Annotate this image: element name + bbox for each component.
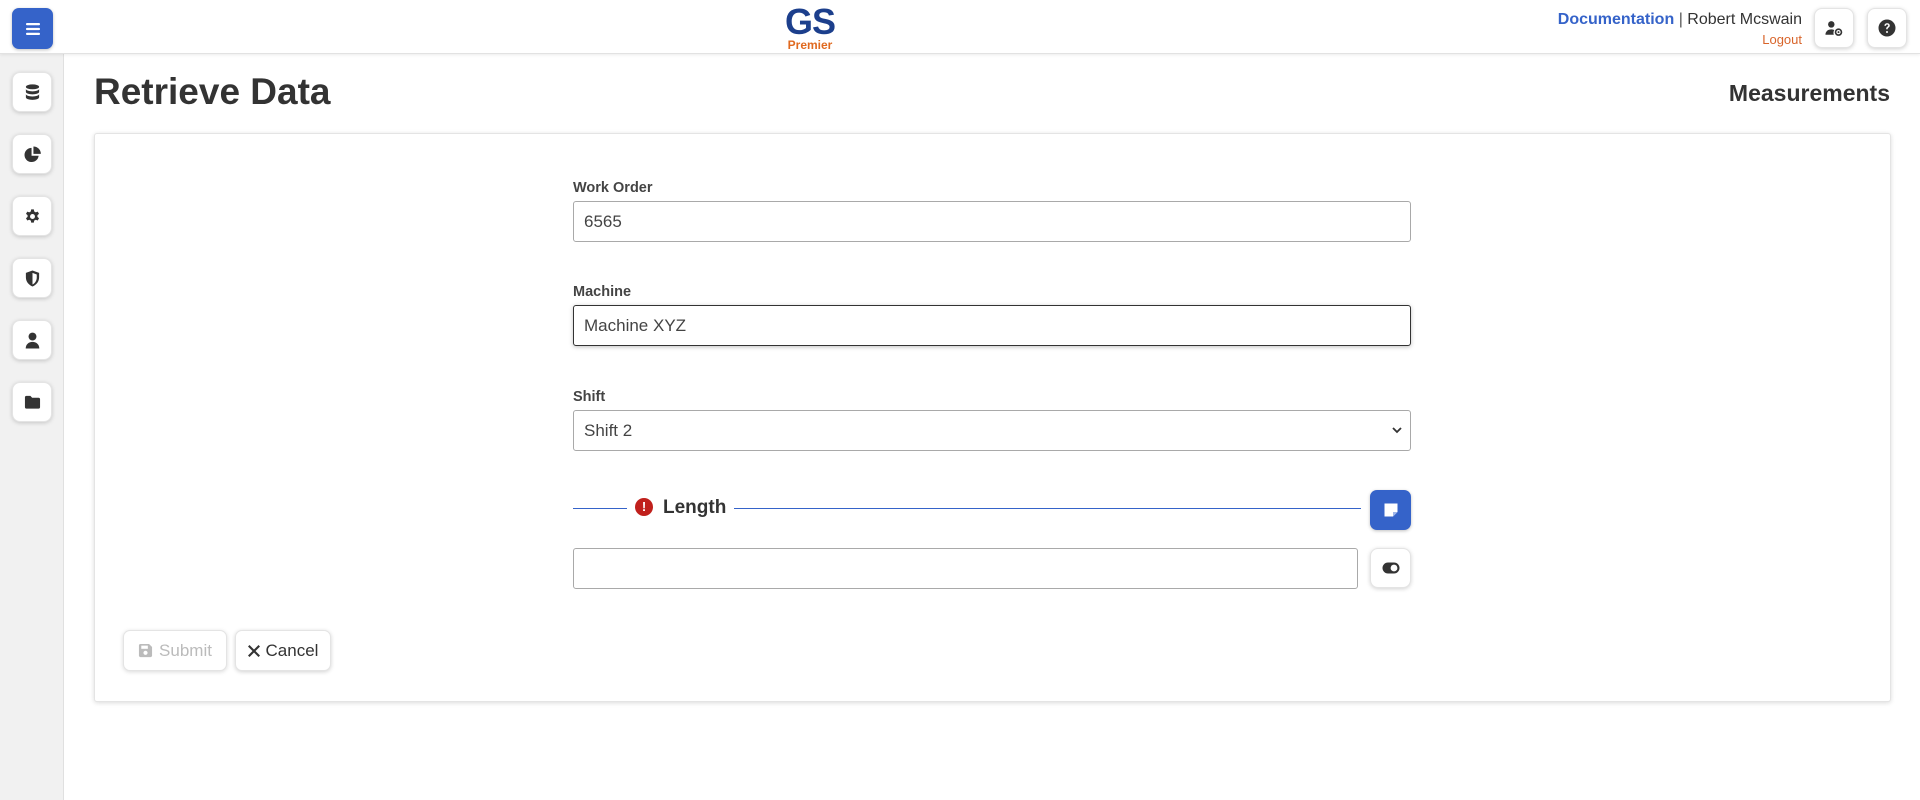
user-name: Robert Mcswain [1687, 11, 1802, 28]
page-subtitle: Measurements [1728, 80, 1890, 106]
save-icon [138, 643, 153, 658]
user-settings-button[interactable] [1814, 8, 1854, 48]
logout-link[interactable]: Logout [1558, 30, 1802, 50]
shield-icon [25, 269, 39, 287]
sidebar-item-files[interactable] [12, 382, 52, 422]
app-logo[interactable]: GS Premier [782, 1, 838, 52]
hamburger-icon [25, 22, 40, 35]
submit-button[interactable]: Submit [123, 630, 227, 671]
pie-chart-icon [24, 145, 41, 162]
length-input[interactable] [573, 548, 1358, 589]
toggle-input-button[interactable] [1370, 548, 1411, 588]
sidebar-item-users[interactable] [12, 320, 52, 360]
shift-select[interactable]: Shift 2 [573, 410, 1411, 451]
logo-subtext: Premier [787, 38, 833, 52]
add-note-button[interactable] [1370, 490, 1411, 530]
length-section-header: ! Length [573, 490, 1411, 530]
cancel-button[interactable]: Cancel [235, 630, 331, 671]
page-title: Retrieve Data [94, 71, 331, 112]
header-separator: | [1678, 11, 1683, 28]
work-order-input[interactable]: 6565 [573, 201, 1411, 242]
sidebar [0, 54, 64, 800]
gear-icon [25, 208, 39, 223]
shift-selected-value: Shift 2 [584, 421, 633, 440]
documentation-link[interactable]: Documentation [1558, 11, 1674, 28]
divider-line [573, 508, 627, 509]
logo-text: GS [784, 1, 836, 42]
error-icon: ! [635, 498, 653, 516]
top-header: GS Premier Documentation | Robert Mcswai… [0, 0, 1920, 54]
folder-icon [24, 395, 40, 409]
sidebar-item-settings[interactable] [12, 196, 52, 236]
sidebar-item-database[interactable] [12, 72, 52, 112]
work-order-label: Work Order [573, 180, 653, 196]
user-gear-icon [1825, 21, 1843, 36]
submit-label: Submit [159, 640, 212, 660]
machine-label: Machine [573, 284, 632, 300]
menu-toggle-button[interactable] [12, 8, 53, 49]
length-label: Length [663, 497, 727, 518]
toggle-icon [1382, 562, 1399, 574]
database-icon [25, 83, 39, 100]
sidebar-item-security[interactable] [12, 258, 52, 298]
machine-input[interactable]: Machine XYZ [573, 305, 1411, 346]
shift-label: Shift [573, 389, 606, 405]
close-icon [247, 644, 260, 657]
help-button[interactable] [1867, 8, 1907, 48]
user-icon [25, 332, 39, 349]
user-area: Documentation | Robert Mcswain Logout [1558, 10, 1802, 50]
question-circle-icon [1878, 19, 1896, 37]
sidebar-item-reports[interactable] [12, 134, 52, 174]
chevron-down-icon [1392, 427, 1402, 434]
sticky-note-icon [1384, 503, 1397, 517]
divider-line [734, 508, 1361, 509]
cancel-label: Cancel [265, 640, 319, 660]
